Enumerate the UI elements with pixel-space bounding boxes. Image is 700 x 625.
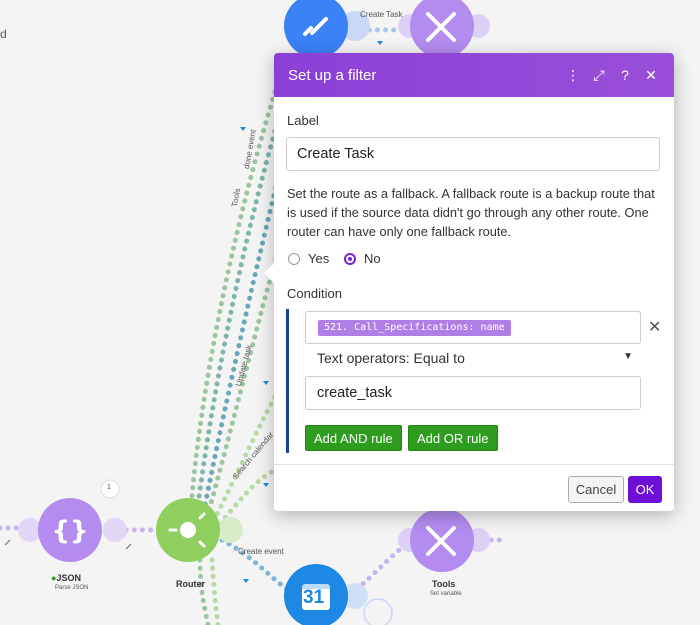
braces-icon: {} (51, 516, 88, 546)
expand-icon[interactable]: ⤢ (586, 67, 612, 84)
ok-button[interactable]: OK (628, 476, 662, 503)
tools-module-bottom[interactable] (398, 508, 490, 572)
radio-no-circle[interactable] (344, 252, 356, 265)
chevron-down-icon: ▼ (623, 351, 633, 362)
radio-no[interactable]: No (344, 251, 381, 266)
condition-group: 521. Call_Specifications: name Text oper… (286, 309, 643, 453)
radio-yes-label: Yes (308, 251, 330, 266)
filter-icon (377, 41, 383, 45)
operator-select[interactable]: Text operators: Equal to ▼ (317, 350, 633, 370)
label-field-label: Label (287, 113, 319, 128)
add-or-rule-button[interactable]: Add OR rule (408, 425, 498, 451)
condition-expression-input[interactable]: 521. Call_Specifications: name (305, 311, 641, 344)
link-label-create-task: Create Task (360, 10, 403, 19)
router-module[interactable] (156, 498, 243, 562)
close-icon[interactable]: ✕ (638, 67, 664, 84)
json-module[interactable]: {} (18, 479, 127, 562)
label-input[interactable] (286, 137, 660, 171)
filter-icon (240, 127, 246, 131)
condition-value-input[interactable] (305, 376, 641, 410)
remove-condition-icon[interactable]: ✕ (648, 317, 661, 337)
json-module-subtitle: Parse JSON (55, 585, 89, 591)
calendar-day: 31 (303, 587, 325, 608)
tools-module-top[interactable] (398, 0, 490, 58)
filter-setup-dialog: Set up a filter ⋮ ⤢ ? ✕ Label Set the ro… (264, 53, 674, 511)
partial-text: d (0, 27, 7, 41)
task-module[interactable] (284, 0, 370, 58)
json-module-name: ●JSON (51, 573, 81, 583)
condition-label: Condition (287, 286, 342, 301)
google-calendar-module[interactable] (284, 564, 368, 625)
filter-icon (243, 579, 249, 583)
filter-icon (263, 381, 269, 385)
radio-no-label: No (364, 251, 381, 266)
more-vertical-icon[interactable]: ⋮ (560, 67, 586, 84)
add-and-rule-button[interactable]: Add AND rule (305, 425, 402, 451)
dialog-pointer (264, 263, 274, 283)
notification-badge: 1 (107, 484, 111, 491)
fallback-description: Set the route as a fallback. A fallback … (287, 186, 655, 239)
link-label-create-event: Create event (238, 547, 284, 556)
expression-pill[interactable]: 521. Call_Specifications: name (318, 320, 511, 336)
cancel-button[interactable]: Cancel (568, 476, 624, 503)
footer-divider (274, 464, 674, 465)
ring-outline (363, 598, 393, 625)
router-icon (180, 522, 196, 538)
filter-icon (263, 483, 269, 487)
tools-module-subtitle: Set variable (430, 591, 462, 597)
tools-module-name: Tools (432, 579, 456, 589)
wrench-icon (125, 543, 132, 550)
dialog-title: Set up a filter (288, 66, 377, 84)
wrench-icon (4, 539, 11, 546)
help-icon[interactable]: ? (612, 67, 638, 83)
operator-value: Text operators: Equal to (317, 350, 465, 366)
router-module-name: Router (176, 579, 205, 589)
radio-yes-circle[interactable] (288, 252, 300, 265)
dialog-header: Set up a filter ⋮ ⤢ ? ✕ (274, 53, 674, 97)
radio-yes[interactable]: Yes (288, 251, 329, 266)
